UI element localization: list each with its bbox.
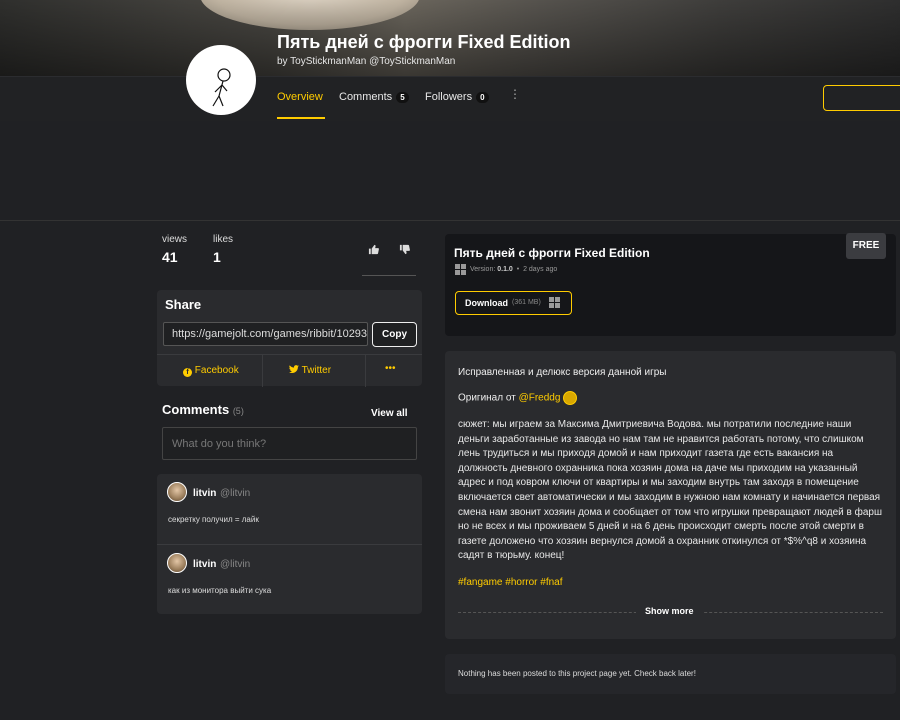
user-avatar-icon[interactable]: [563, 391, 578, 405]
comment-text: секретку получил = лайк: [168, 515, 259, 524]
commenter-avatar[interactable]: [167, 553, 187, 573]
commenter-handle[interactable]: @litvin: [220, 488, 250, 499]
windows-icon: [549, 297, 560, 308]
download-label: Download: [465, 298, 508, 308]
twitter-icon: [289, 365, 299, 374]
page-title: Пять дней с фрогги Fixed Edition: [277, 32, 571, 52]
stickman-icon: [212, 68, 231, 107]
commenter-handle[interactable]: @litvin: [220, 559, 250, 570]
download-size: (361 MB): [512, 299, 541, 306]
views-count: 41: [162, 249, 178, 265]
developer-byline[interactable]: by ToyStickmanMan @ToyStickmanMan: [277, 56, 455, 67]
comments-count-badge: 5: [396, 92, 409, 103]
likes-label: likes: [213, 234, 234, 245]
more-share-button[interactable]: •••: [385, 363, 396, 374]
copy-button[interactable]: Copy: [372, 322, 417, 347]
tab-followers[interactable]: Followers 0: [425, 91, 489, 103]
hashtags[interactable]: #fangame #horror #fnaf: [458, 577, 563, 588]
description-intro: Исправленная и делюкс версия данной игры: [458, 367, 667, 378]
views-label: views: [162, 234, 188, 245]
price-badge: FREE: [846, 233, 886, 259]
comments-count: (5): [232, 406, 244, 416]
facebook-share-button[interactable]: f Facebook: [183, 365, 239, 377]
like-dislike-controls: [362, 238, 416, 276]
tab-comments[interactable]: Comments 5: [339, 91, 409, 103]
comments-title: Comments (5): [162, 402, 244, 417]
ad-space: [0, 121, 900, 221]
description-plot: сюжет: мы играем за Максима Дмитриевича …: [458, 419, 882, 562]
commenter-avatar[interactable]: [167, 482, 187, 502]
package-meta: Version: 0.1.0 • 2 days ago: [470, 266, 558, 273]
thumbs-up-icon[interactable]: [368, 244, 379, 255]
no-posts-message: Nothing has been posted to this project …: [458, 669, 696, 678]
more-options-icon[interactable]: ⋮: [509, 88, 521, 100]
twitter-share-button[interactable]: Twitter: [289, 365, 331, 376]
active-tab-indicator: [277, 117, 325, 119]
tab-overview[interactable]: Overview: [277, 91, 323, 103]
windows-icon: [455, 264, 466, 275]
comment-input[interactable]: What do you think?: [162, 427, 417, 460]
follow-button[interactable]: [823, 85, 900, 111]
comment-text: как из монитора выйти сука: [168, 586, 272, 595]
facebook-icon: f: [183, 368, 192, 377]
view-all-comments-link[interactable]: View all: [371, 408, 408, 419]
likes-count: 1: [213, 249, 221, 265]
share-title: Share: [165, 297, 202, 312]
original-credit: Оригинал от @Freddg: [458, 391, 578, 405]
show-more-button[interactable]: Show more: [636, 606, 703, 616]
game-avatar: [186, 45, 256, 115]
thumbs-down-icon[interactable]: [399, 244, 410, 255]
followers-count-badge: 0: [476, 92, 489, 103]
commenter-name[interactable]: litvin: [193, 488, 216, 499]
mention-link[interactable]: @Freddg: [519, 393, 561, 404]
share-url-field[interactable]: https://gamejolt.com/games/ribbit/102933…: [163, 322, 368, 346]
package-title: Пять дней с фрогги Fixed Edition: [454, 246, 650, 260]
social-share-row: f Facebook Twitter •••: [157, 354, 422, 387]
commenter-name[interactable]: litvin: [193, 559, 216, 570]
